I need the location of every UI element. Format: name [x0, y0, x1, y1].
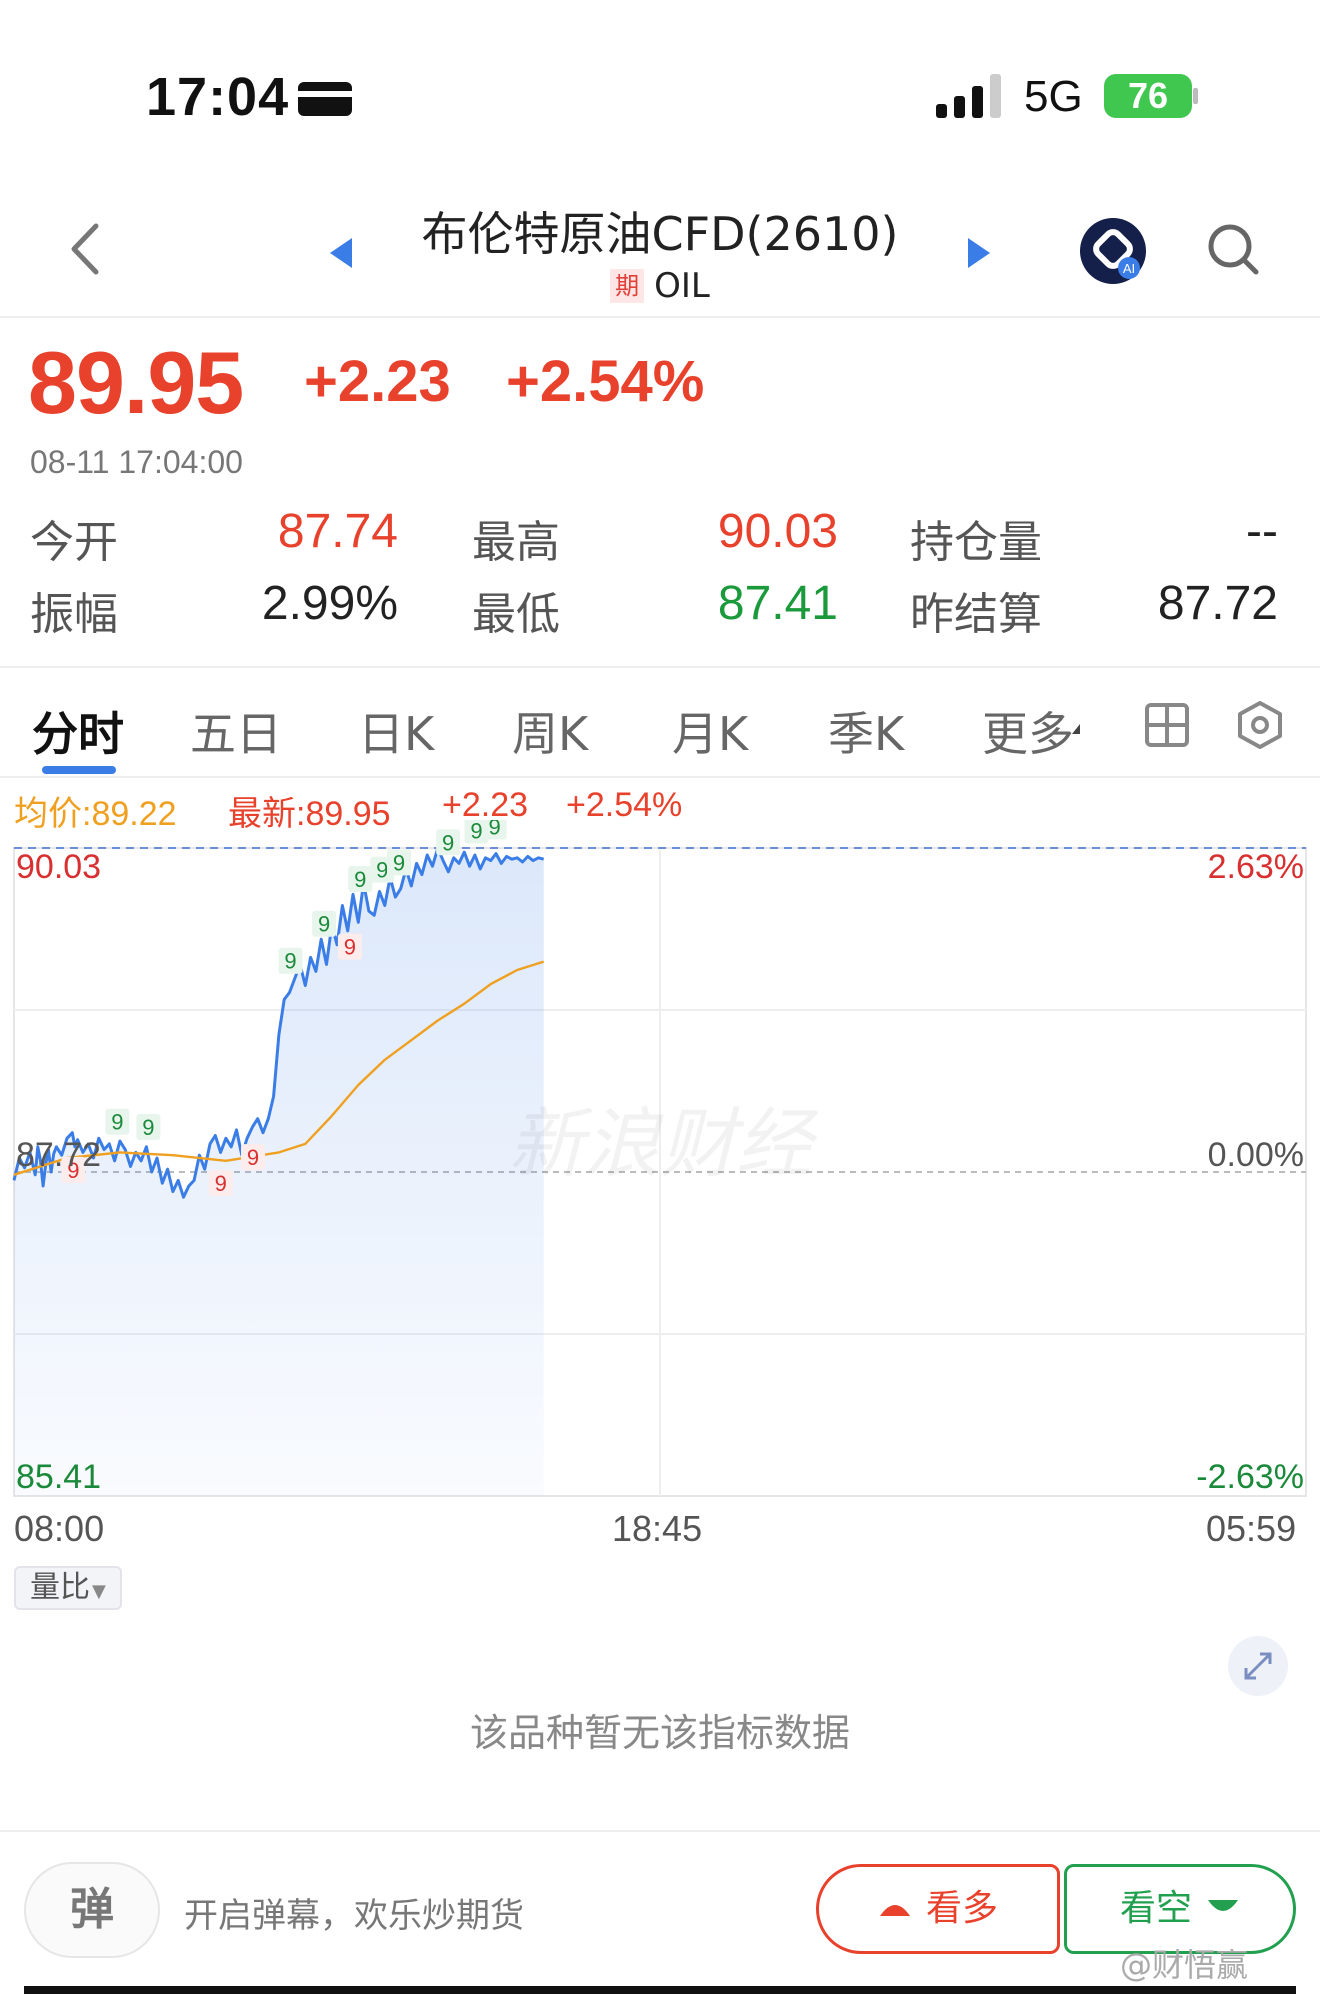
low-value: 87.41	[717, 577, 838, 630]
price-change: +2.23	[304, 349, 451, 414]
marker-label: 9	[344, 935, 356, 960]
marker-buy-9: 9	[482, 820, 507, 839]
bullish-label: 看多	[925, 1888, 998, 1929]
bearish-label: 看空	[1119, 1888, 1192, 1929]
cellular-signal-icon	[936, 72, 1006, 118]
y-tick-right: 0.00%	[1208, 1136, 1304, 1174]
prev-settle-value: 87.72	[1157, 577, 1278, 630]
battery-icon: 76	[1104, 74, 1192, 118]
price-change-percent: +2.54%	[506, 349, 705, 414]
marker-label: 9	[318, 912, 330, 937]
open-label: 今开	[30, 517, 118, 568]
marker-sell-9: 9	[337, 933, 362, 960]
y-tick-left: 90.03	[16, 848, 101, 886]
open-interest-label: 持仓量	[910, 517, 1042, 568]
home-indicator	[24, 1986, 1296, 1994]
marker-label: 9	[393, 850, 405, 875]
battery-cap	[1193, 88, 1198, 104]
marker-sell-9: 9	[208, 1170, 233, 1197]
marker-buy-9: 9	[278, 947, 303, 974]
tab-daily-k[interactable]: 日K	[358, 698, 434, 764]
marker-sell-9: 9	[241, 1144, 266, 1171]
marker-label: 9	[442, 830, 454, 855]
tab-quarterly-k[interactable]: 季K	[828, 698, 904, 764]
marker-buy-9: 9	[436, 829, 461, 856]
y-tick-right: -2.63%	[1196, 1458, 1304, 1496]
last-price: 89.95	[28, 333, 244, 432]
expand-icon[interactable]	[1228, 1636, 1288, 1696]
marker-label: 9	[215, 1171, 227, 1196]
ai-assistant-icon[interactable]: AI	[1080, 218, 1146, 284]
x-tick-mid: 18:45	[612, 1508, 703, 1549]
tab-five-day[interactable]: 五日	[190, 698, 282, 764]
marker-buy-9: 9	[348, 865, 373, 892]
stats-divider	[0, 666, 1320, 668]
nav-divider	[0, 316, 1320, 318]
amplitude-value: 2.99%	[261, 577, 398, 630]
danmaku-toggle-label: 弹	[70, 1884, 114, 1935]
chart-watermark: 新浪财经	[508, 1099, 819, 1188]
x-tick-end: 05:59	[1206, 1508, 1297, 1549]
tab-intraday[interactable]: 分时	[32, 698, 124, 764]
marker-buy-9: 9	[312, 910, 337, 937]
open-value: 87.74	[277, 505, 398, 558]
bullish-button[interactable]: 看多	[816, 1864, 1060, 1954]
marker-label: 9	[111, 1110, 123, 1135]
prev-settle-label: 昨结算	[910, 589, 1042, 640]
marker-buy-9: 9	[105, 1108, 130, 1135]
danmaku-toggle[interactable]: 弹	[24, 1862, 160, 1958]
marker-buy-9: 9	[387, 849, 412, 876]
high-label: 最高	[472, 517, 560, 568]
tab-weekly-k[interactable]: 周K	[512, 698, 588, 764]
arrow-down-icon	[1208, 1900, 1238, 1911]
marker-label: 9	[354, 867, 366, 892]
arrow-up-icon	[879, 1905, 910, 1916]
tab-more[interactable]: 更多	[982, 698, 1074, 764]
marker-label: 9	[470, 820, 482, 843]
indicator-selector[interactable]: 量比 ▼	[14, 1566, 122, 1610]
ai-label: AI	[1123, 261, 1135, 276]
amplitude-label: 振幅	[30, 589, 118, 640]
network-type: 5G	[1024, 72, 1083, 121]
search-icon[interactable]	[1206, 222, 1262, 282]
marker-label: 9	[284, 949, 296, 974]
quote-timestamp: 08-11 17:04:00	[30, 444, 243, 480]
marker-buy-9: 9	[136, 1113, 161, 1140]
intraday-chart[interactable]: 新浪财经 99999 9999 9 99 9 9 90.0387.7285.412.63%…	[0, 820, 1320, 1500]
instrument-code: OIL	[654, 266, 710, 306]
marker-label: 9	[376, 858, 388, 883]
sim-card-icon	[298, 82, 352, 116]
marker-label: 9	[247, 1145, 259, 1170]
grid-layout-icon[interactable]	[1144, 702, 1190, 752]
marker-label: 9	[142, 1115, 154, 1140]
tab-monthly-k[interactable]: 月K	[672, 698, 748, 764]
tabs-divider	[0, 776, 1320, 778]
no-indicator-data-text: 该品种暂无该指标数据	[469, 1711, 850, 1755]
bottom-divider	[0, 1830, 1320, 1832]
y-tick-right: 2.63%	[1208, 848, 1304, 886]
y-tick-left: 85.41	[16, 1458, 101, 1496]
source-watermark: @财悟赢	[1120, 1946, 1249, 1984]
high-value: 90.03	[717, 505, 838, 558]
chevron-down-icon: ▼	[92, 1581, 106, 1602]
more-dropdown-icon	[1072, 724, 1080, 734]
low-label: 最低	[472, 589, 560, 640]
danmaku-hint[interactable]: 开启弹幕，欢乐炒期货	[184, 1888, 524, 1937]
x-tick-start: 08:00	[14, 1508, 105, 1549]
futures-badge: 期	[610, 269, 645, 303]
indicator-selector-label: 量比	[30, 1570, 90, 1605]
open-interest-value: --	[1246, 505, 1278, 558]
tab-indicator	[42, 766, 116, 774]
marker-label: 9	[488, 820, 500, 839]
y-tick-left: 87.72	[16, 1136, 101, 1174]
status-time: 17:04	[146, 67, 290, 127]
gear-icon[interactable]	[1236, 700, 1284, 754]
